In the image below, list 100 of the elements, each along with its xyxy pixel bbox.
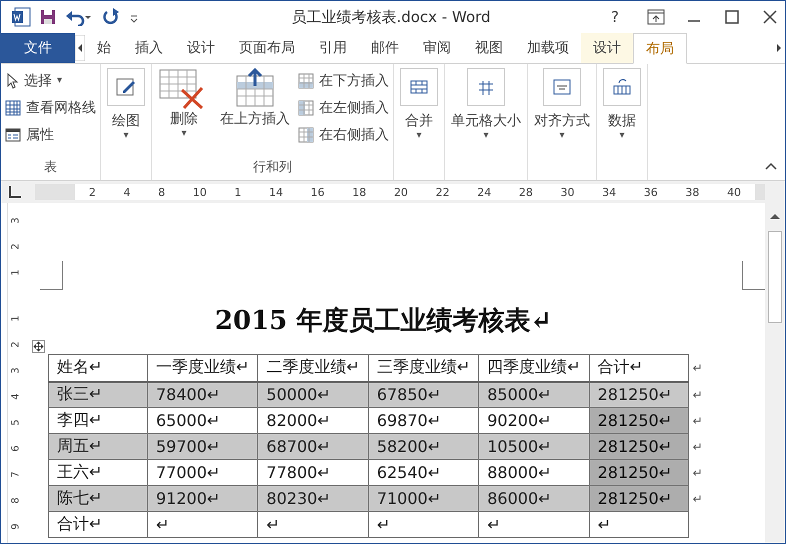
maximize-icon[interactable] <box>723 9 741 25</box>
ruler-number: 3 <box>10 216 22 224</box>
table-cell: 张三↵ <box>48 382 148 408</box>
alignment-button[interactable]: 对齐方式 ▾ <box>532 68 592 141</box>
ruler-number: 4 <box>10 392 22 400</box>
table-cell: ↵ <box>258 512 368 538</box>
ruler-number: 2 <box>88 186 96 198</box>
horizontal-ruler[interactable]: 2 4 8 10 1 14 16 18 20 22 24 28 30 34 36 38 40 <box>35 184 765 200</box>
select-button[interactable]: 选择 ▾ <box>5 68 62 93</box>
table-cell: 68700↵ <box>258 434 368 460</box>
table-cell: 合计↵ <box>48 512 148 538</box>
word-logo-icon[interactable] <box>11 7 31 27</box>
insert-below-button[interactable]: 在下方插入 <box>298 68 389 93</box>
scroll-left-icon[interactable] <box>75 35 85 61</box>
ribbon-tab[interactable]: 审阅 <box>411 33 463 63</box>
ribbon-tab[interactable]: 视图 <box>463 33 515 63</box>
scrollbar-thumb[interactable] <box>768 231 782 323</box>
table-cell: 80230↵ <box>258 486 368 512</box>
draw-button[interactable]: 绘图 ▾ <box>105 68 147 141</box>
ruler-number: 3 <box>10 366 22 374</box>
delete-button[interactable]: 删除 ▾ <box>156 68 212 139</box>
file-tab[interactable]: 文件 <box>1 33 75 63</box>
table-insert-icon <box>298 100 314 116</box>
view-gridlines-button[interactable]: 查看网格线 <box>5 95 96 120</box>
ribbon-tab[interactable]: 始 <box>85 33 123 63</box>
ruler-number: 22 <box>436 186 450 198</box>
table-cell: 58200↵ <box>368 434 479 460</box>
group-label: 行和列 <box>253 159 292 177</box>
redo-icon[interactable] <box>101 8 121 26</box>
table-cell: 281250↵ <box>589 382 688 408</box>
merge-button[interactable]: 合并 ▾ <box>398 68 440 141</box>
table-cell: 陈七↵ <box>48 486 148 512</box>
ribbon-tab[interactable]: 引用 <box>307 33 359 63</box>
ruler-number: 38 <box>685 186 700 198</box>
properties-button[interactable]: 属性 <box>5 122 54 147</box>
insert-above-button[interactable]: 在上方插入 <box>218 68 292 128</box>
ribbon-tab[interactable]: 邮件 <box>359 33 411 63</box>
ribbon-tab[interactable]: 设计 <box>581 33 633 63</box>
ruler-number: 10 <box>192 186 207 198</box>
table-cell: 周五↵ <box>48 434 148 460</box>
table-cell: 281250↵ <box>589 460 688 486</box>
ruler-number: 36 <box>644 186 658 198</box>
ruler-number: 30 <box>560 186 574 198</box>
ruler-number: 7 <box>10 470 22 478</box>
table-cell: 50000↵ <box>258 382 368 408</box>
ruler-number: 14 <box>269 186 284 198</box>
ruler-number: 1 <box>10 314 22 322</box>
row-end-mark: ↵ <box>692 492 703 506</box>
ruler-number: 18 <box>352 186 366 198</box>
row-end-mark: ↵ <box>688 354 708 382</box>
ribbon-tab[interactable]: 布局 <box>633 33 687 64</box>
ruler-number: 16 <box>310 186 325 198</box>
data-button[interactable]: 数据 ▾ <box>601 68 643 141</box>
tab-selector-icon[interactable] <box>9 186 21 198</box>
close-icon[interactable] <box>761 9 779 25</box>
help-button[interactable]: ? <box>603 8 627 26</box>
table-insert-icon <box>298 126 314 142</box>
ribbon-tab[interactable]: 设计 <box>175 33 227 63</box>
ruler-number: 5 <box>10 418 22 426</box>
ribbon-display-icon[interactable] <box>647 9 665 25</box>
table-cell: 281250↵ <box>589 486 688 512</box>
save-icon[interactable] <box>39 8 57 26</box>
ruler-number: 24 <box>477 186 492 198</box>
table-move-handle[interactable] <box>32 340 45 353</box>
ruler-number: 9 <box>10 522 22 530</box>
group-label: 表 <box>44 159 57 177</box>
row-end-mark: ↵ <box>692 388 703 402</box>
ruler-number: 34 <box>602 186 616 198</box>
cursor-icon <box>5 72 19 88</box>
ruler-number: 20 <box>394 186 408 198</box>
table-cell: 91200↵ <box>148 486 258 512</box>
ruler-number: 2 <box>10 340 22 348</box>
row-end-mark: ↵ <box>692 466 703 480</box>
insert-right-button[interactable]: 在右侧插入 <box>298 122 389 147</box>
table-insert-icon <box>298 72 314 88</box>
cell-size-button[interactable]: 单元格大小 ▾ <box>449 68 523 141</box>
table-cell: ↵ <box>589 512 688 538</box>
table-cell: 86000↵ <box>478 486 590 512</box>
ruler-number: 8 <box>10 496 22 504</box>
undo-icon[interactable] <box>65 8 93 26</box>
table-cell: 85000↵ <box>478 382 590 408</box>
ribbon-tab[interactable]: 插入 <box>123 33 175 63</box>
ribbon-tab[interactable]: 加载项 <box>515 33 581 63</box>
grid-icon <box>5 100 21 116</box>
page-corner-mark <box>40 261 63 290</box>
ruler-number: 2 <box>10 242 22 250</box>
collapse-ribbon-icon[interactable] <box>765 162 777 170</box>
row-end-mark: ↵ <box>692 414 703 428</box>
ribbon-tab[interactable]: 页面布局 <box>227 33 307 63</box>
table-cell: 281250↵ <box>589 434 688 460</box>
properties-icon <box>5 126 21 142</box>
ruler-number: 4 <box>123 186 130 198</box>
ruler-number: 8 <box>158 186 166 198</box>
ruler-number: 1 <box>10 268 22 276</box>
insert-left-button[interactable]: 在左侧插入 <box>298 95 389 120</box>
ruler-number: 28 <box>518 186 533 198</box>
ruler-number: 40 <box>727 186 742 198</box>
row-end-mark: ↵ <box>692 440 703 454</box>
table-cell: 59700↵ <box>148 434 258 460</box>
ruler-number: 6 <box>10 444 22 452</box>
